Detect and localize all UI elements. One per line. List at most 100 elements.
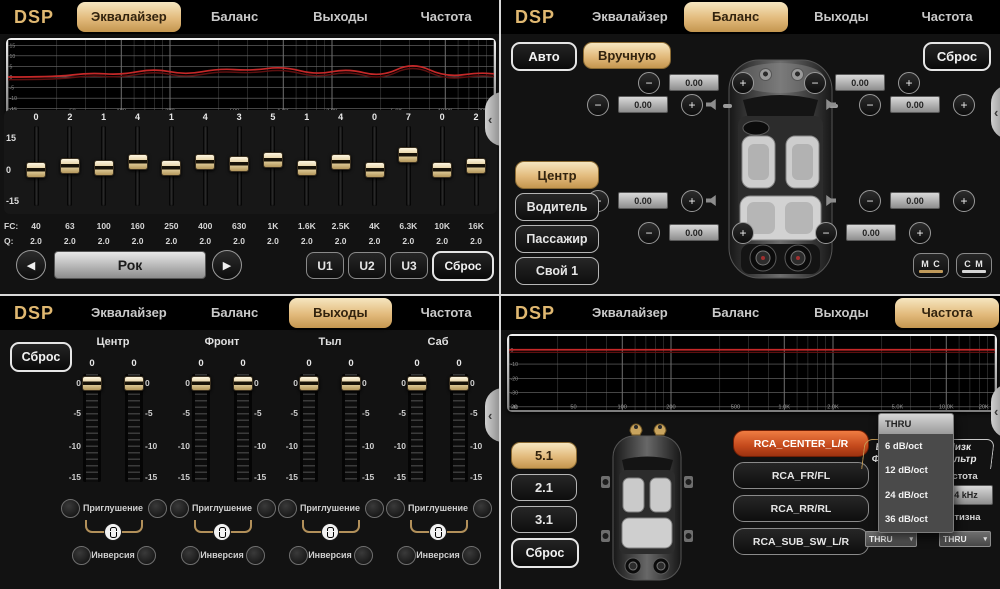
rca-sub-button[interactable]: RCA_SUB_SW_L/R xyxy=(733,528,869,555)
user-preset-2-button[interactable]: U2 xyxy=(348,252,386,279)
tab-balance[interactable]: Баланс xyxy=(684,2,788,32)
user-preset-1-button[interactable]: U1 xyxy=(306,252,344,279)
tab-outputs[interactable]: Выходы xyxy=(289,298,393,328)
tab-outputs[interactable]: Выходы xyxy=(289,2,393,32)
delay-plus-button[interactable]: + xyxy=(953,94,975,116)
mute-toggle-right[interactable] xyxy=(148,499,167,518)
output-slider-handle[interactable] xyxy=(449,376,469,391)
dropdown-option[interactable]: 6 dB/oct xyxy=(879,434,953,459)
output-slider-handle[interactable] xyxy=(124,376,144,391)
position-passenger-button[interactable]: Пассажир xyxy=(515,225,599,253)
delay-plus-button[interactable]: + xyxy=(681,190,703,212)
tab-frequency[interactable]: Частота xyxy=(394,298,498,328)
preset-next-button[interactable]: ▶ xyxy=(212,250,242,280)
channel-link-toggle[interactable] xyxy=(429,523,447,541)
rca-center-button[interactable]: RCA_CENTER_L/R xyxy=(733,430,869,457)
mode-5-1-button[interactable]: 5.1 xyxy=(511,442,577,469)
balance-reset-button[interactable]: Сброс xyxy=(923,42,991,71)
delay-plus-button[interactable]: + xyxy=(732,222,754,244)
eq-band-slider-handle[interactable] xyxy=(297,160,317,176)
eq-band-slider-handle[interactable] xyxy=(432,162,452,178)
frequency-reset-button[interactable]: Сброс xyxy=(511,538,579,568)
position-center-button[interactable]: Центр xyxy=(515,161,599,189)
manual-mode-button[interactable]: Вручную xyxy=(583,42,671,69)
mute-toggle-left[interactable] xyxy=(170,499,189,518)
dropdown-option[interactable]: 12 dB/oct xyxy=(879,459,953,484)
delay-minus-button[interactable]: − xyxy=(804,72,826,94)
position-custom-button[interactable]: Свой 1 xyxy=(515,257,599,285)
rca-rear-button[interactable]: RCA_RR/RL xyxy=(733,495,869,522)
mute-toggle-right[interactable] xyxy=(365,499,384,518)
mode-3-1-button[interactable]: 3.1 xyxy=(511,506,577,533)
output-slider-handle[interactable] xyxy=(191,376,211,391)
output-slider-handle[interactable] xyxy=(233,376,253,391)
tab-frequency[interactable]: Частота xyxy=(394,2,498,32)
panel-slide-handle[interactable]: ‹ xyxy=(485,92,499,146)
delay-plus-button[interactable]: + xyxy=(953,190,975,212)
auto-mode-button[interactable]: Авто xyxy=(511,42,577,71)
mute-toggle-right[interactable] xyxy=(257,499,276,518)
delay-minus-button[interactable]: − xyxy=(815,222,837,244)
lpf-slope-combo[interactable]: THRU▾ xyxy=(939,531,991,547)
tab-equalizer[interactable]: Эквалайзер xyxy=(77,298,181,328)
dropdown-option[interactable]: 36 dB/oct xyxy=(879,508,953,533)
delay-minus-button[interactable]: − xyxy=(859,94,881,116)
output-slider-handle[interactable] xyxy=(299,376,319,391)
position-driver-button[interactable]: Водитель xyxy=(515,193,599,221)
preset-prev-button[interactable]: ◀ xyxy=(16,250,46,280)
dropdown-option-selected[interactable]: THRU xyxy=(879,414,953,434)
mute-toggle-left[interactable] xyxy=(278,499,297,518)
mute-toggle-left[interactable] xyxy=(61,499,80,518)
delay-plus-button[interactable]: + xyxy=(909,222,931,244)
tab-equalizer[interactable]: Эквалайзер xyxy=(578,2,682,32)
tab-outputs[interactable]: Выходы xyxy=(790,298,894,328)
eq-band-slider-handle[interactable] xyxy=(60,158,80,174)
eq-band-slider-handle[interactable] xyxy=(466,158,486,174)
eq-reset-button[interactable]: Сброс xyxy=(432,251,494,281)
eq-band-slider-handle[interactable] xyxy=(229,156,249,172)
eq-band-slider-handle[interactable] xyxy=(26,162,46,178)
cm-mode-button[interactable]: C M xyxy=(956,253,992,278)
delay-plus-button[interactable]: + xyxy=(681,94,703,116)
invert-toggle-right[interactable] xyxy=(137,546,156,565)
tab-outputs[interactable]: Выходы xyxy=(790,2,894,32)
eq-band-slider-handle[interactable] xyxy=(195,154,215,170)
eq-band-slider-handle[interactable] xyxy=(161,160,181,176)
user-preset-3-button[interactable]: U3 xyxy=(390,252,428,279)
delay-minus-button[interactable]: − xyxy=(859,190,881,212)
tab-balance[interactable]: Баланс xyxy=(183,298,287,328)
invert-toggle-right[interactable] xyxy=(354,546,373,565)
eq-band-slider-handle[interactable] xyxy=(94,160,114,176)
dropdown-option[interactable]: 24 dB/oct xyxy=(879,483,953,508)
tab-balance[interactable]: Баланс xyxy=(183,2,287,32)
delay-plus-button[interactable]: + xyxy=(732,72,754,94)
mute-toggle-left[interactable] xyxy=(386,499,405,518)
tab-equalizer[interactable]: Эквалайзер xyxy=(578,298,682,328)
eq-band-slider-handle[interactable] xyxy=(365,162,385,178)
tab-frequency[interactable]: Частота xyxy=(895,2,999,32)
delay-minus-button[interactable]: − xyxy=(587,94,609,116)
mc-mode-button[interactable]: M C xyxy=(913,253,949,278)
output-slider-handle[interactable] xyxy=(407,376,427,391)
channel-link-toggle[interactable] xyxy=(104,523,122,541)
rca-front-button[interactable]: RCA_FR/FL xyxy=(733,462,869,489)
channel-link-toggle[interactable] xyxy=(321,523,339,541)
invert-toggle-right[interactable] xyxy=(246,546,265,565)
delay-minus-button[interactable]: − xyxy=(638,72,660,94)
eq-band-slider-handle[interactable] xyxy=(398,147,418,163)
tab-frequency[interactable]: Частота xyxy=(895,298,999,328)
invert-toggle-right[interactable] xyxy=(462,546,481,565)
eq-band-track[interactable] xyxy=(406,126,411,206)
channel-link-toggle[interactable] xyxy=(213,523,231,541)
eq-band-slider-handle[interactable] xyxy=(331,154,351,170)
mute-toggle-right[interactable] xyxy=(473,499,492,518)
delay-minus-button[interactable]: − xyxy=(638,222,660,244)
tab-equalizer[interactable]: Эквалайзер xyxy=(77,2,181,32)
tab-balance[interactable]: Баланс xyxy=(684,298,788,328)
panel-slide-handle[interactable]: ‹ xyxy=(485,388,499,442)
output-slider-handle[interactable] xyxy=(341,376,361,391)
eq-band-slider-handle[interactable] xyxy=(263,152,283,168)
eq-band-slider-handle[interactable] xyxy=(128,154,148,170)
preset-display[interactable]: Рок xyxy=(54,251,206,279)
delay-plus-button[interactable]: + xyxy=(898,72,920,94)
